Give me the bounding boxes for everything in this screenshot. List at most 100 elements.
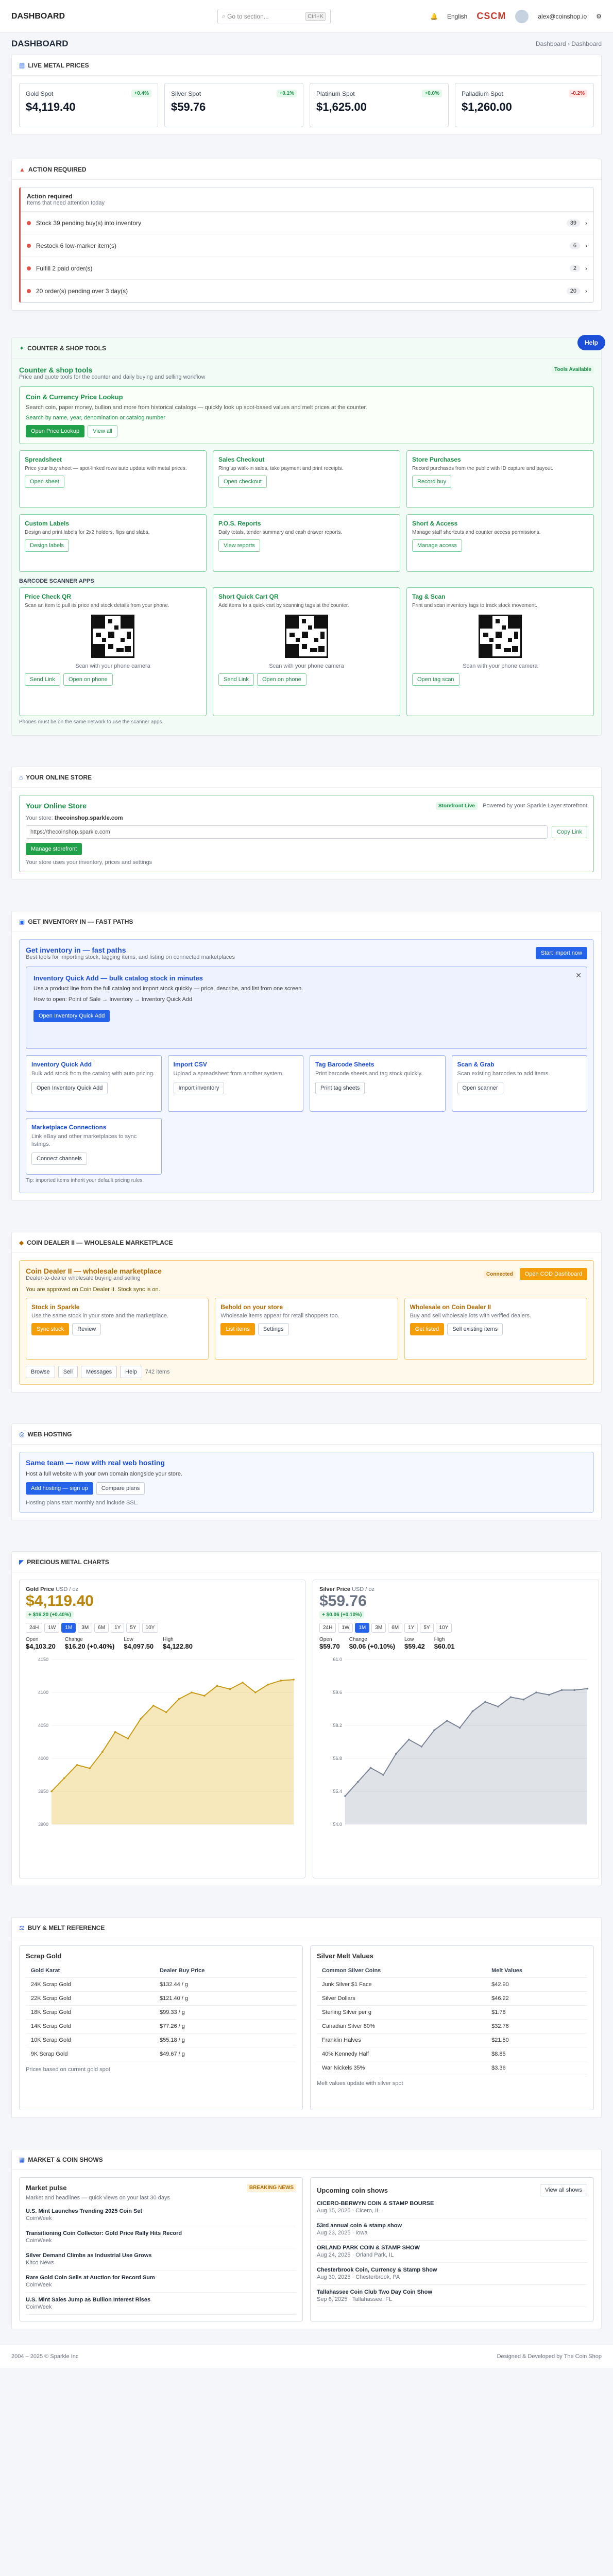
show-item[interactable]: Tallahassee Coin Club Two Day Coin Show S…: [317, 2285, 587, 2308]
storefront-badge: Storefront Live: [435, 802, 478, 810]
open-cod-dashboard-button[interactable]: Open COD Dashboard: [519, 1268, 587, 1281]
action-row[interactable]: 20 order(s) pending over 3 day(s) 20 ›: [21, 280, 593, 302]
tool-button[interactable]: Open checkout: [218, 475, 267, 488]
tool-desc: Ring up walk-in sales, take payment and …: [218, 466, 344, 472]
range-tab[interactable]: 1M: [61, 1623, 76, 1633]
tool-button[interactable]: View reports: [218, 539, 260, 552]
scanner-send-button[interactable]: Open tag scan: [412, 673, 459, 686]
news-item[interactable]: U.S. Mint Sales Jump as Bullion Interest…: [26, 2293, 296, 2315]
table-row: Silver Dollars $46.22: [317, 1991, 587, 2006]
inventory-option-title: Tag Barcode Sheets: [315, 1061, 374, 1069]
range-tab[interactable]: 3M: [371, 1623, 386, 1633]
range-tab[interactable]: 10Y: [142, 1623, 159, 1633]
language-selector[interactable]: English: [447, 13, 467, 20]
search-input[interactable]: ⌕ Go to section... Ctrl+K: [217, 8, 331, 24]
action-row[interactable]: Restock 6 low-marker item(s) 6 ›: [21, 234, 593, 257]
tool-button[interactable]: Open sheet: [25, 475, 64, 488]
table-cell: 14K Scrap Gold: [26, 2019, 155, 2034]
range-tab[interactable]: 6M: [94, 1623, 109, 1633]
marketplace-link[interactable]: Messages: [81, 1366, 117, 1379]
scanner-open-button[interactable]: Open on phone: [63, 673, 113, 686]
scanner-send-button[interactable]: Send Link: [218, 673, 254, 686]
compare-plans-button[interactable]: Compare plans: [96, 1482, 145, 1495]
store-link-field[interactable]: https://thecoinshop.sparkle.com: [26, 825, 548, 839]
range-tab[interactable]: 10Y: [435, 1623, 452, 1633]
action-row[interactable]: Stock 39 pending buy(s) into inventory 39…: [21, 212, 593, 234]
gold-chart[interactable]: 3900 3950 4000 4050 4100 4150: [26, 1654, 299, 1840]
tool-button[interactable]: Manage access: [412, 539, 463, 552]
range-tab[interactable]: 1W: [338, 1623, 353, 1633]
top-bar: DASHBOARD ⌕ Go to section... Ctrl+K 🔔 Eng…: [0, 0, 613, 33]
start-import-button[interactable]: Start import now: [535, 947, 587, 960]
range-tab[interactable]: 5Y: [420, 1623, 434, 1633]
marketplace-box-secondary-button[interactable]: Settings: [258, 1323, 289, 1336]
tool-button[interactable]: Design labels: [25, 539, 70, 552]
scanner-desc: Scan an item to pull its price and stock…: [25, 603, 169, 609]
spot-label: Palladium Spot: [462, 90, 503, 97]
close-icon[interactable]: ✕: [575, 971, 582, 980]
news-item[interactable]: Silver Demand Climbs as Industrial Use G…: [26, 2248, 296, 2271]
table-cell: $3.36: [486, 2061, 587, 2076]
inventory-option-button[interactable]: Open scanner: [457, 1082, 503, 1095]
stat: High $4,122.80: [163, 1637, 193, 1651]
settings-icon[interactable]: ⚙: [596, 13, 602, 20]
range-tab[interactable]: 1Y: [111, 1623, 125, 1633]
marketplace-box-button[interactable]: Get listed: [410, 1323, 445, 1336]
marketplace-box-secondary-button[interactable]: Review: [72, 1323, 101, 1336]
avatar[interactable]: [515, 9, 529, 23]
breadcrumb[interactable]: Dashboard › Dashboard: [536, 40, 602, 47]
data-point: [382, 1774, 385, 1776]
user-email[interactable]: alex@coinshop.io: [538, 13, 587, 20]
open-price-lookup-button[interactable]: Open Price Lookup: [26, 425, 85, 438]
inventory-option-button[interactable]: Import inventory: [173, 1082, 225, 1095]
marketplace-box-button[interactable]: List items: [220, 1323, 255, 1336]
range-tab[interactable]: 1Y: [404, 1623, 418, 1633]
show-item[interactable]: ORLAND PARK COIN & STAMP SHOW Aug 24, 202…: [317, 2241, 587, 2263]
marketplace-link[interactable]: Help: [120, 1366, 142, 1379]
marketplace-box-button[interactable]: Sync stock: [31, 1323, 70, 1336]
marketplace-link[interactable]: Browse: [26, 1366, 55, 1379]
show-item[interactable]: Chesterbrook Coin, Currency & Stamp Show…: [317, 2263, 587, 2285]
silver-chart-card: Silver Price USD / oz $59.76 + $0.06 (+0…: [313, 1580, 599, 1879]
show-item[interactable]: 53rd annual coin & stamp show Aug 23, 202…: [317, 2218, 587, 2241]
marketplace-link[interactable]: Sell: [58, 1366, 78, 1379]
news-item[interactable]: Transitioning Coin Collector: Gold Price…: [26, 2226, 296, 2249]
scanner-open-button[interactable]: Open on phone: [257, 673, 306, 686]
data-point: [471, 1710, 474, 1713]
data-point: [229, 1688, 231, 1690]
table-cell: $99.33 / g: [154, 2005, 296, 2020]
range-tab[interactable]: 24H: [26, 1623, 43, 1633]
range-tab[interactable]: 1M: [355, 1623, 370, 1633]
store-url[interactable]: thecoinshop.sparkle.com: [55, 815, 123, 821]
bell-icon[interactable]: 🔔: [430, 13, 438, 20]
add-hosting-button[interactable]: Add hosting — sign up: [26, 1482, 93, 1495]
manage-storefront-button[interactable]: Manage storefront: [26, 843, 82, 856]
inventory-option-button[interactable]: Open Inventory Quick Add: [31, 1082, 108, 1095]
gold-change: + $16.20 (+0.40%): [26, 1611, 74, 1619]
range-tab[interactable]: 24H: [319, 1623, 336, 1633]
range-tab[interactable]: 3M: [78, 1623, 93, 1633]
inventory-option-card: Import CSV Upload a spreadsheet from anot…: [167, 1055, 303, 1112]
chevron-right-icon: ›: [585, 264, 587, 272]
view-all-button[interactable]: View all: [88, 425, 117, 438]
web-desc: Host a full website with your own domain…: [26, 1471, 182, 1478]
open-quick-add-button[interactable]: Open Inventory Quick Add: [33, 1009, 110, 1022]
marketplace-box-secondary-button[interactable]: Sell existing items: [447, 1323, 503, 1336]
range-tab[interactable]: 5Y: [126, 1623, 140, 1633]
news-item[interactable]: U.S. Mint Launches Trending 2025 Coin Se…: [26, 2204, 296, 2227]
silver-chart[interactable]: 54.0 55.4 56.8 58.2 59.6 61.0: [319, 1654, 592, 1840]
inventory-option-button[interactable]: Connect channels: [31, 1153, 88, 1165]
range-tab[interactable]: 1W: [44, 1623, 60, 1633]
tool-button[interactable]: Record buy: [412, 475, 452, 488]
show-item[interactable]: CICERO-BERWYN COIN & STAMP BOURSE Aug 15,…: [317, 2196, 587, 2219]
news-item[interactable]: Rare Gold Coin Sells at Auction for Reco…: [26, 2270, 296, 2293]
data-point: [420, 1745, 423, 1748]
copy-link-button[interactable]: Copy Link: [552, 826, 587, 839]
action-row[interactable]: Fulfill 2 paid order(s) 2 ›: [21, 257, 593, 280]
view-all-shows-button[interactable]: View all shows: [540, 2184, 587, 2197]
tool-desc: Price your buy sheet — spot-linked rows …: [25, 466, 187, 472]
inventory-option-button[interactable]: Print tag sheets: [315, 1082, 365, 1095]
range-tab[interactable]: 6M: [388, 1623, 403, 1633]
help-button[interactable]: Help: [577, 335, 605, 350]
scanner-send-button[interactable]: Send Link: [25, 673, 60, 686]
